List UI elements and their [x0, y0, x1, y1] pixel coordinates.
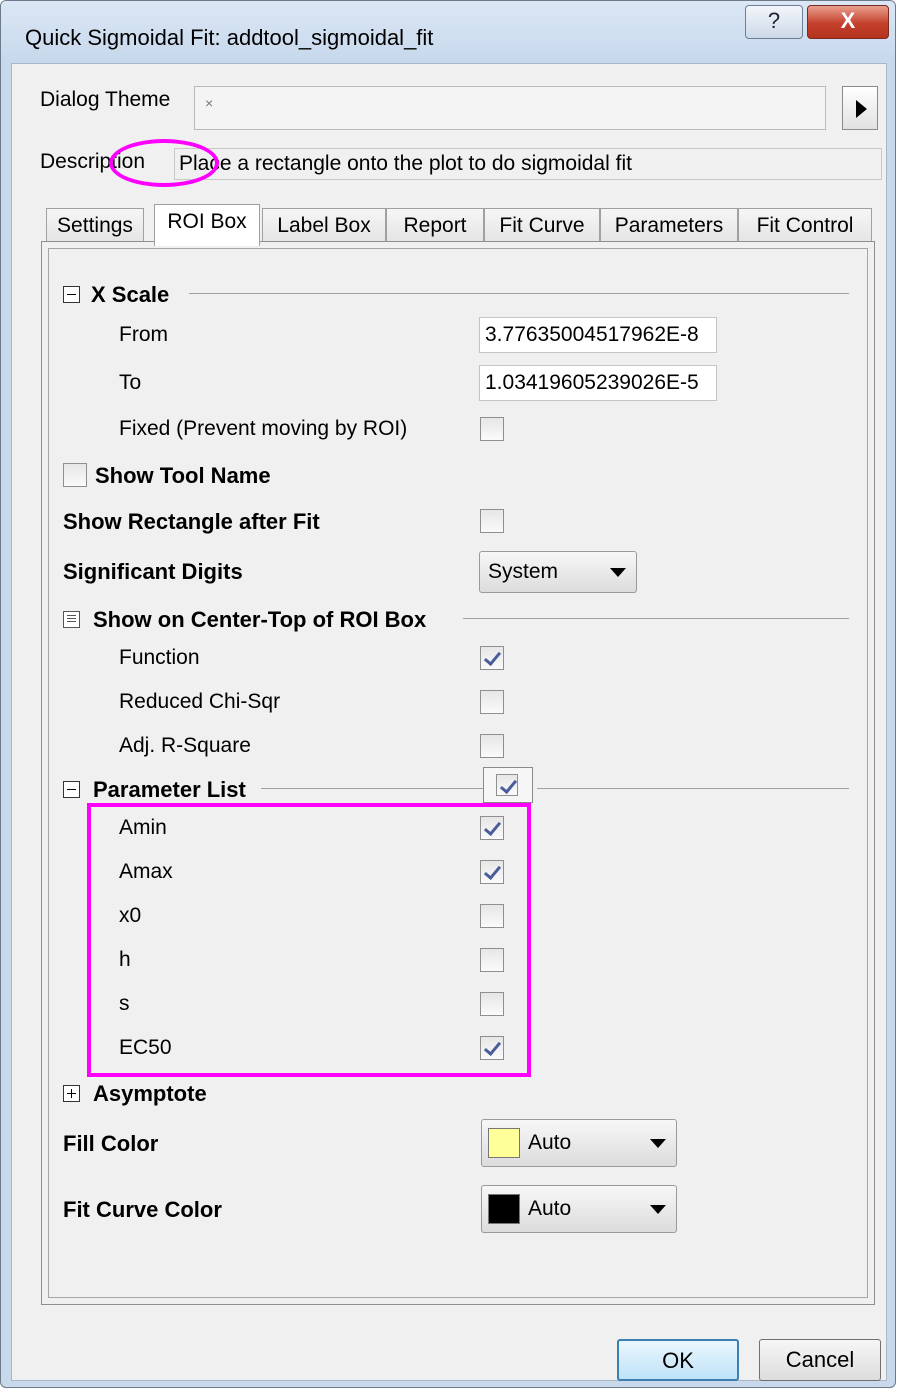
dialog-theme-combo[interactable]: × — [194, 86, 826, 130]
fixed-label: Fixed (Prevent moving by ROI) — [119, 417, 408, 440]
show-rectangle-checkbox[interactable] — [480, 509, 504, 533]
fit-curve-color-combo[interactable]: Auto — [481, 1185, 677, 1233]
significant-digits-value: System — [488, 560, 559, 583]
adj-r-square-label: Adj. R-Square — [119, 734, 251, 757]
from-input[interactable]: 3.77635004517962E-8 — [479, 317, 717, 353]
fit-curve-color-swatch — [488, 1194, 520, 1224]
roi-box-panel — [41, 241, 875, 1305]
chevron-down-icon — [650, 1139, 666, 1148]
tab-parameters[interactable]: Parameters — [600, 208, 738, 244]
fixed-checkbox[interactable] — [480, 417, 504, 441]
show-tool-name-label: Show Tool Name — [95, 463, 271, 488]
show-rectangle-label: Show Rectangle after Fit — [63, 509, 320, 534]
description-field: Place a rectangle onto the plot to do si… — [174, 148, 882, 180]
function-label: Function — [119, 646, 200, 669]
x-scale-title: X Scale — [91, 282, 170, 307]
cancel-button[interactable]: Cancel — [759, 1339, 881, 1381]
window-title: Quick Sigmoidal Fit: addtool_sigmoidal_f… — [25, 25, 434, 50]
center-top-group-icon[interactable] — [63, 611, 80, 628]
from-label: From — [119, 323, 168, 346]
fit-curve-color-value: Auto — [528, 1197, 572, 1220]
fill-color-value: Auto — [528, 1131, 572, 1154]
parameter-list-toggle-all[interactable] — [483, 767, 533, 803]
dialog-theme-label: Dialog Theme — [40, 88, 171, 111]
fill-color-swatch — [488, 1128, 520, 1158]
dialog-theme-value: × — [205, 95, 214, 111]
function-checkbox[interactable] — [480, 646, 504, 670]
fill-color-label: Fill Color — [63, 1131, 159, 1156]
show-tool-name-checkbox[interactable] — [63, 463, 87, 487]
tab-roi-box[interactable]: ROI Box — [154, 204, 260, 246]
x-scale-divider — [189, 293, 849, 294]
asymptote-title: Asymptote — [93, 1081, 207, 1106]
fit-curve-color-label: Fit Curve Color — [63, 1197, 222, 1222]
tab-report[interactable]: Report — [386, 208, 484, 244]
significant-digits-label: Significant Digits — [63, 559, 243, 584]
parameter-list-divider-right — [537, 788, 849, 789]
center-top-title: Show on Center-Top of ROI Box — [93, 607, 427, 632]
tab-highlight-oval — [109, 139, 219, 187]
reduced-chi-sqr-label: Reduced Chi-Sqr — [119, 690, 281, 713]
dialog-theme-menu-button[interactable] — [842, 86, 878, 130]
to-input[interactable]: 1.03419605239026E-5 — [479, 365, 717, 401]
asymptote-expand-icon[interactable] — [63, 1085, 80, 1102]
tab-fit-curve[interactable]: Fit Curve — [484, 208, 600, 244]
significant-digits-combo[interactable]: System — [479, 551, 637, 593]
x-scale-collapse-icon[interactable] — [63, 286, 80, 303]
dialog-window: Quick Sigmoidal Fit: addtool_sigmoidal_f… — [0, 0, 896, 1388]
title-bar: Quick Sigmoidal Fit: addtool_sigmoidal_f… — [1, 1, 895, 63]
parameter-list-divider-left — [261, 788, 483, 789]
tab-fit-control[interactable]: Fit Control — [738, 208, 872, 244]
tab-settings[interactable]: Settings — [46, 208, 144, 244]
panel-inner-border — [48, 248, 868, 1298]
parameter-list-collapse-icon[interactable] — [63, 781, 80, 798]
help-button[interactable]: ? — [745, 5, 803, 39]
fill-color-combo[interactable]: Auto — [481, 1119, 677, 1167]
chevron-down-icon — [650, 1205, 666, 1214]
chevron-down-icon — [610, 568, 626, 577]
center-top-divider — [463, 618, 849, 619]
reduced-chi-sqr-checkbox[interactable] — [480, 690, 504, 714]
to-label: To — [119, 371, 142, 394]
parameter-list-title: Parameter List — [93, 777, 246, 802]
adj-r-square-checkbox[interactable] — [480, 734, 504, 758]
tab-label-box[interactable]: Label Box — [262, 208, 386, 244]
parameter-highlight-box — [87, 803, 531, 1077]
parameter-list-all-checkbox — [496, 774, 518, 796]
ok-button[interactable]: OK — [617, 1339, 739, 1381]
close-button[interactable]: X — [807, 5, 889, 39]
